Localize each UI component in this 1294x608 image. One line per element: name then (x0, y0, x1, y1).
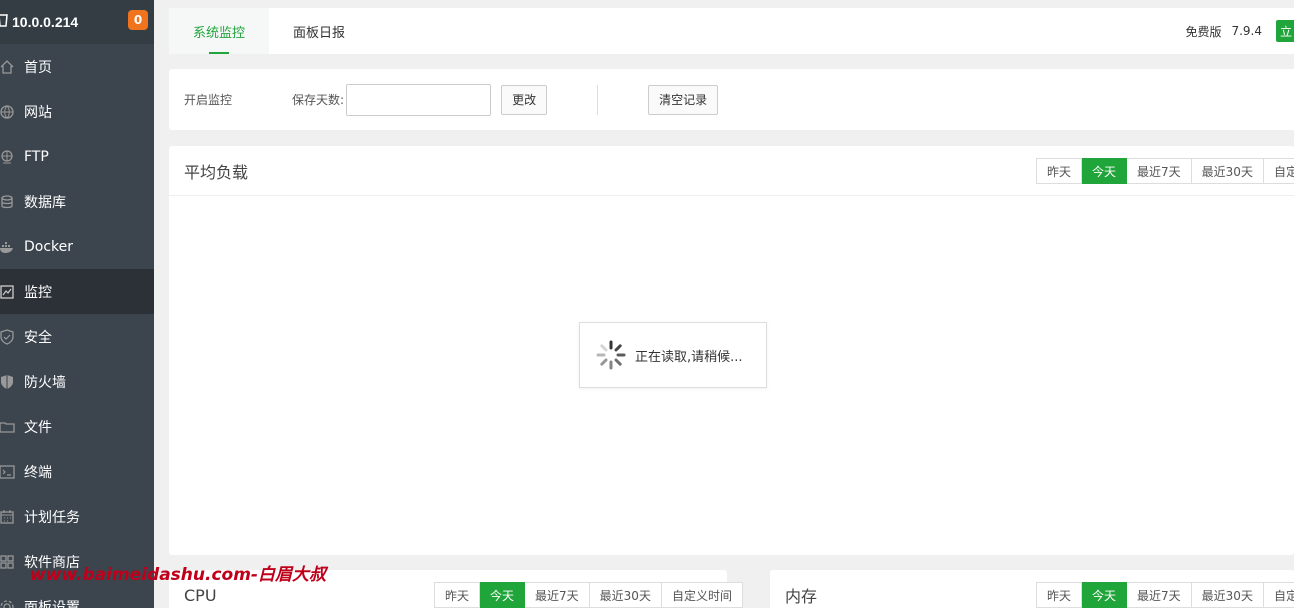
keep-days-label: 保存天数: (292, 93, 345, 107)
panel-header: 平均负载 昨天 今天 最近7天 最近30天 自定 (169, 146, 1294, 196)
sidebar-item-label: 文件 (24, 419, 52, 436)
sidebar-item-monitor[interactable]: 监控 (0, 269, 154, 314)
range-today-button[interactable]: 今天 (480, 582, 526, 608)
sidebar: 10.0.0.214 0 首页 网站 FTP 数据库 Docker 监控 安全 … (0, 0, 154, 608)
change-button[interactable]: 更改 (501, 84, 548, 115)
shield-icon (0, 328, 18, 345)
settings-icon (0, 599, 18, 608)
upgrade-button[interactable]: 立 (1276, 20, 1294, 42)
server-icon (0, 13, 8, 31)
loading-indicator: 正在读取,请稍候... (579, 322, 767, 388)
date-range-selector: 昨天 今天 最近7天 最近30天 自定 (1036, 582, 1294, 608)
panel-title: 内存 (785, 587, 818, 606)
panel-header: 内存 昨天 今天 最近7天 最近30天 自定 (770, 570, 1294, 608)
home-icon (0, 59, 18, 75)
sidebar-item-database[interactable]: 数据库 (0, 179, 154, 224)
notification-badge[interactable]: 0 (128, 10, 148, 30)
edition-label: 免费版 (1185, 24, 1222, 39)
range-today-button[interactable]: 今天 (1082, 158, 1128, 184)
tab-panel-daily[interactable]: 面板日报 (269, 8, 369, 54)
docker-icon (0, 239, 18, 255)
range-yesterday-button[interactable]: 昨天 (1036, 582, 1083, 608)
tab-system-monitor[interactable]: 系统监控 (169, 8, 270, 54)
host-ip: 10.0.0.214 (12, 14, 79, 30)
version-number: 7.9.4 (1231, 24, 1262, 38)
range-today-button[interactable]: 今天 (1082, 582, 1128, 608)
sidebar-item-cron[interactable]: 计划任务 (0, 494, 154, 539)
sidebar-item-website[interactable]: 网站 (0, 89, 154, 134)
sidebar-item-home[interactable]: 首页 (0, 44, 154, 89)
sidebar-item-label: 终端 (24, 464, 52, 481)
toolbar-divider (597, 84, 599, 115)
date-range-selector: 昨天 今天 最近7天 最近30天 自定义时间 (434, 582, 743, 608)
sidebar-item-label: 安全 (24, 329, 52, 346)
sidebar-item-ftp[interactable]: FTP (0, 134, 154, 179)
sidebar-item-label: 面板设置 (24, 599, 80, 608)
range-last7-button[interactable]: 最近7天 (1127, 158, 1192, 184)
ftp-icon (0, 149, 18, 165)
apps-icon (0, 554, 18, 570)
enable-monitor-label[interactable]: 开启监控 (184, 91, 232, 108)
sidebar-item-security[interactable]: 安全 (0, 314, 154, 359)
sidebar-item-label: 监控 (24, 284, 52, 301)
range-last7-button[interactable]: 最近7天 (1127, 582, 1192, 608)
panel-title: 平均负载 (184, 162, 249, 182)
sidebar-item-label: 防火墙 (24, 374, 66, 391)
firewall-icon (0, 374, 18, 390)
main-content: 系统监控 面板日报 免费版 7.9.4 立 开启监控 保存天数: 更改 清空记录… (169, 0, 1294, 608)
range-custom-button[interactable]: 自定义时间 (661, 582, 743, 608)
range-yesterday-button[interactable]: 昨天 (434, 582, 481, 608)
sidebar-item-firewall[interactable]: 防火墙 (0, 359, 154, 404)
version-info: 免费版 7.9.4 立 (1185, 8, 1294, 54)
sidebar-header: 10.0.0.214 0 (0, 0, 154, 44)
sidebar-item-label: 首页 (24, 59, 52, 76)
range-last30-button[interactable]: 最近30天 (1191, 582, 1264, 608)
keep-days-input[interactable] (346, 83, 492, 116)
date-range-selector: 昨天 今天 最近7天 最近30天 自定 (1036, 158, 1294, 184)
database-icon (0, 194, 18, 210)
sidebar-item-files[interactable]: 文件 (0, 404, 154, 449)
sidebar-item-label: 计划任务 (24, 509, 80, 526)
terminal-icon (0, 464, 18, 480)
monitor-toolbar: 开启监控 保存天数: 更改 清空记录 (169, 69, 1294, 130)
folder-icon (0, 419, 18, 435)
load-average-panel: 平均负载 昨天 今天 最近7天 最近30天 自定 正在读取,请稍候... (169, 146, 1294, 555)
sidebar-menu: 首页 网站 FTP 数据库 Docker 监控 安全 防火墙 文件 终端 计划任… (0, 44, 154, 608)
monitor-icon (0, 284, 18, 300)
sidebar-item-label: Docker (24, 238, 74, 255)
calendar-icon (0, 509, 18, 525)
memory-panel: 内存 昨天 今天 最近7天 最近30天 自定 (770, 570, 1294, 608)
range-custom-button[interactable]: 自定 (1263, 582, 1294, 608)
watermark-text: www.baimeidashu.com-白眉大叔 (30, 565, 326, 585)
loading-text: 正在读取,请稍候... (635, 349, 743, 365)
range-last30-button[interactable]: 最近30天 (589, 582, 662, 608)
sidebar-item-docker[interactable]: Docker (0, 224, 154, 269)
tab-bar: 系统监控 面板日报 免费版 7.9.4 立 (169, 8, 1294, 54)
sidebar-item-settings[interactable]: 面板设置 (0, 584, 154, 608)
sidebar-item-label: 数据库 (24, 194, 66, 211)
range-last30-button[interactable]: 最近30天 (1191, 158, 1264, 184)
clear-records-button[interactable]: 清空记录 (648, 84, 719, 115)
spinner-icon (596, 340, 626, 370)
panel-title: CPU (184, 585, 217, 605)
sidebar-item-label: 网站 (24, 104, 52, 121)
globe-icon (0, 104, 18, 120)
range-custom-button[interactable]: 自定 (1263, 158, 1294, 184)
range-last7-button[interactable]: 最近7天 (525, 582, 590, 608)
sidebar-item-terminal[interactable]: 终端 (0, 449, 154, 494)
sidebar-item-label: FTP (24, 148, 49, 165)
range-yesterday-button[interactable]: 昨天 (1036, 158, 1083, 184)
